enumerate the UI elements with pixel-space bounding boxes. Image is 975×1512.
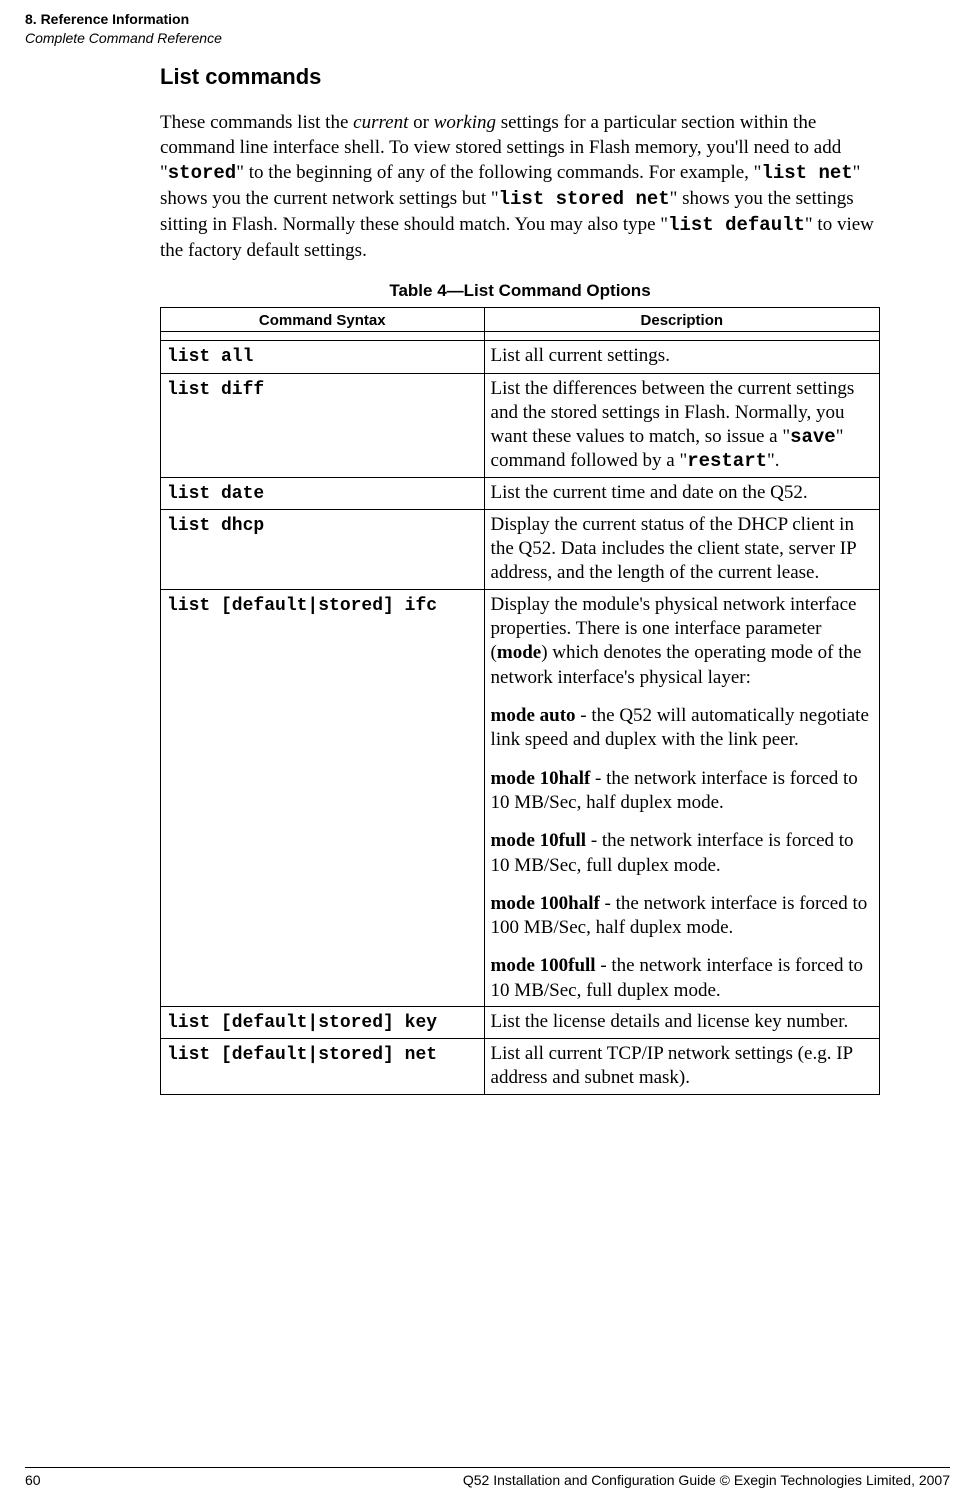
table-row: list dhcp Display the current status of … [161,509,880,589]
cmd: list [default|stored] net [167,1045,437,1065]
options-table: Command Syntax Description list all List… [160,307,880,1094]
section-title: List commands [160,64,880,90]
header-chapter: 8. Reference Information [25,11,189,27]
desc: List all current TCP/IP network settings… [484,1039,879,1095]
table-row: list [default|stored] ifc Display the mo… [161,589,880,1006]
cmd: list diff [167,380,264,400]
page-header: 8. Reference Information Complete Comman… [25,10,222,48]
table-caption: Table 4—List Command Options [160,281,880,301]
cmd: list dhcp [167,516,264,536]
desc: List all current settings. [484,341,879,373]
content-area: List commands These commands list the cu… [160,16,880,1095]
th-desc: Description [484,308,879,332]
desc: Display the module's physical network in… [484,589,879,1006]
table-row: list [default|stored] key List the licen… [161,1007,880,1039]
table-row: list all List all current settings. [161,341,880,373]
page-footer: 60 Q52 Installation and Configuration Gu… [25,1467,950,1488]
th-syntax: Command Syntax [161,308,485,332]
cmd: list [default|stored] ifc [167,596,437,616]
desc: Display the current status of the DHCP c… [484,509,879,589]
header-section: Complete Command Reference [25,30,222,46]
desc: List the current time and date on the Q5… [484,477,879,509]
cmd: list date [167,484,264,504]
table-row: list [default|stored] net List all curre… [161,1039,880,1095]
desc: List the license details and license key… [484,1007,879,1039]
cmd: list [default|stored] key [167,1013,437,1033]
intro-paragraph: These commands list the current or worki… [160,110,880,263]
table-row: list diff List the differences between t… [161,373,880,477]
cmd: list all [167,347,253,367]
page-number: 60 [25,1472,41,1488]
footer-text: Q52 Installation and Configuration Guide… [463,1472,950,1488]
table-row: list date List the current time and date… [161,477,880,509]
desc: List the differences between the current… [484,373,879,477]
